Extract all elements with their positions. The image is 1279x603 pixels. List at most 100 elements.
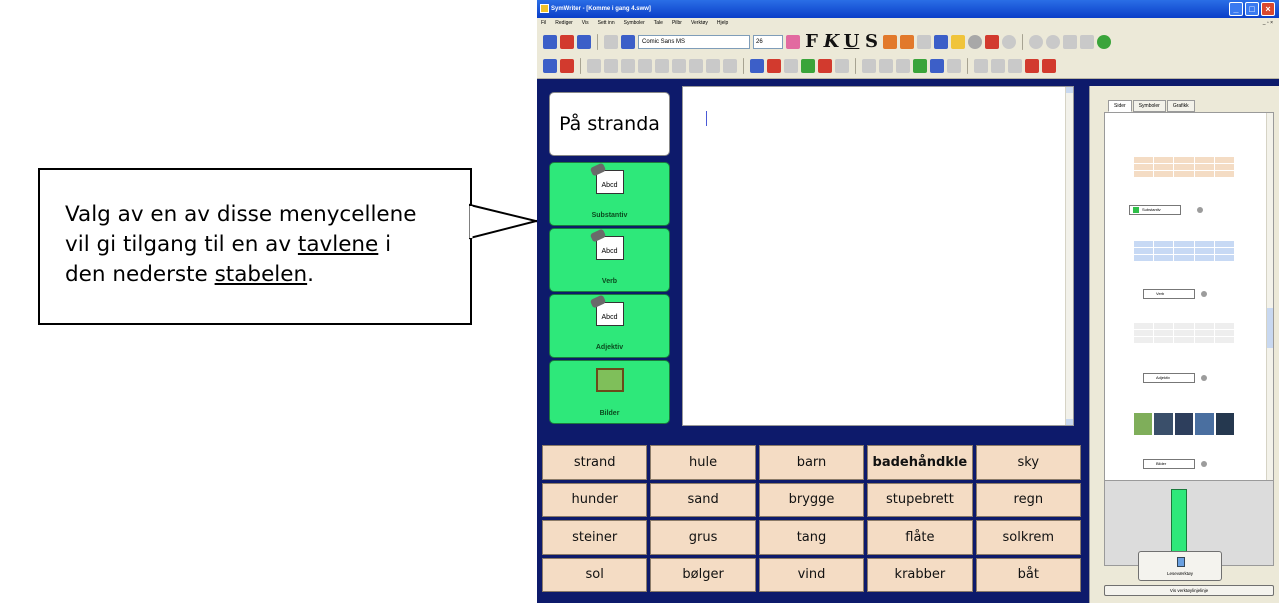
menu-symbols[interactable]: Symboler (624, 18, 645, 29)
spacing-icon[interactable] (991, 59, 1005, 73)
document-editor[interactable] (682, 86, 1074, 426)
close-button[interactable]: × (1261, 2, 1275, 16)
undo-icon[interactable] (1029, 34, 1043, 49)
menu-arrows[interactable]: Pilbr (672, 18, 682, 29)
editor-scrollbar[interactable] (1065, 87, 1073, 425)
spellcheck-icon[interactable] (985, 34, 999, 49)
speaker-icon[interactable] (1201, 461, 1207, 467)
mdi-controls[interactable]: _ ▫ × (1263, 18, 1279, 29)
board-button-verb[interactable]: Verb (1143, 289, 1195, 299)
word-cell[interactable]: båt (975, 557, 1081, 592)
word-cell[interactable]: badehåndkle (867, 445, 973, 480)
new-document-icon[interactable] (543, 34, 557, 49)
merge-icon[interactable] (638, 59, 652, 73)
column-icon[interactable] (621, 59, 635, 73)
menu-cell-substantiv[interactable]: Abcd Substantiv (549, 162, 670, 226)
border-icon[interactable] (689, 59, 703, 73)
italic-button[interactable]: K (823, 31, 840, 52)
word-cell[interactable]: vind (758, 557, 865, 592)
insert-cell-icon[interactable] (750, 59, 764, 73)
align-right-icon[interactable] (896, 59, 910, 73)
tab-symboler[interactable]: Symboler (1132, 100, 1166, 112)
minimize-button[interactable]: _ (1229, 2, 1243, 16)
word-cell[interactable]: sand (650, 482, 756, 517)
word-cell[interactable]: steiner (542, 520, 648, 555)
go-icon[interactable] (1097, 34, 1111, 49)
menu-help[interactable]: Hjelp (717, 18, 728, 29)
redo-icon[interactable] (1046, 34, 1060, 49)
move-icon[interactable] (974, 59, 988, 73)
menu-cell-bilder[interactable]: Bilder (549, 360, 670, 424)
align-left-icon[interactable] (862, 59, 876, 73)
size-cell-icon[interactable] (784, 59, 798, 73)
image-icon[interactable] (723, 59, 737, 73)
word-cell[interactable]: hunder (542, 482, 648, 517)
cell-options-icon[interactable] (947, 59, 961, 73)
align-center-icon[interactable] (879, 59, 893, 73)
strikethrough-button[interactable]: S (863, 31, 880, 52)
word-cell[interactable]: tang (758, 520, 865, 555)
grid-mode-icon[interactable] (543, 59, 557, 73)
menu-file[interactable]: Fil (541, 18, 546, 29)
table-icon[interactable] (835, 59, 849, 73)
word-cell[interactable]: strand (542, 445, 648, 480)
word-cell[interactable]: krabber (867, 557, 973, 592)
menu-edit[interactable]: Rediger (555, 18, 573, 29)
font-size-select[interactable]: 26 (753, 34, 783, 49)
speaker-icon[interactable] (1201, 291, 1207, 297)
speaker-icon[interactable] (1197, 207, 1203, 213)
word-cell[interactable]: grus (650, 520, 756, 555)
grid-delete-icon[interactable] (560, 59, 574, 73)
menu-insert[interactable]: Sett inn (598, 18, 615, 29)
remove-cell-icon[interactable] (767, 59, 781, 73)
board-button-bilder[interactable]: Bilder (1143, 459, 1195, 469)
word-cell[interactable]: stupebrett (867, 482, 973, 517)
restore-button[interactable]: □ (1245, 2, 1259, 16)
toolbar-toggle-button[interactable]: Vis verktøylinjelinje (1104, 585, 1274, 596)
title-cell[interactable]: På stranda (549, 92, 670, 156)
pointer-icon[interactable] (1080, 34, 1094, 49)
word-cell[interactable]: regn (975, 482, 1081, 517)
board-button-adjektiv[interactable]: Adjektiv (1143, 373, 1195, 383)
menu-cell-adjektiv[interactable]: Abcd Adjektiv (549, 294, 670, 358)
menu-speech[interactable]: Tale (654, 18, 663, 29)
split-icon[interactable] (655, 59, 669, 73)
row-icon[interactable] (604, 59, 618, 73)
word-cell[interactable]: sol (542, 557, 648, 592)
cell-color-icon[interactable] (913, 59, 927, 73)
fill-icon[interactable] (672, 59, 686, 73)
text-color-icon[interactable] (786, 34, 800, 49)
speech-icon[interactable] (968, 34, 982, 49)
word-cell[interactable]: hule (650, 445, 756, 480)
menu-tools[interactable]: Verktøy (691, 18, 708, 29)
arrow-return-icon[interactable] (1042, 59, 1056, 73)
remove-row-icon[interactable] (818, 59, 832, 73)
gear-icon[interactable] (706, 59, 720, 73)
symbol-position-icon[interactable] (900, 34, 914, 49)
zoom-icon[interactable] (1002, 34, 1016, 49)
graphic-icon[interactable] (951, 34, 965, 49)
word-cell[interactable]: sky (975, 445, 1081, 480)
speaker-icon[interactable] (1201, 375, 1207, 381)
symbol-option-icon[interactable] (917, 34, 931, 49)
open-document-icon[interactable] (560, 34, 574, 49)
tab-sider[interactable]: Sider (1108, 100, 1132, 112)
word-cell[interactable]: barn (758, 445, 865, 480)
arrow-back-icon[interactable] (1025, 59, 1039, 73)
cell-style-icon[interactable] (930, 59, 944, 73)
word-cell[interactable]: flåte (867, 520, 973, 555)
menu-cell-verb[interactable]: Abcd Verb (549, 228, 670, 292)
arrow-left-icon[interactable] (1008, 59, 1022, 73)
word-cell[interactable]: solkrem (975, 520, 1081, 555)
symbol-size-icon[interactable] (883, 34, 897, 49)
bold-button[interactable]: F (803, 31, 820, 52)
text-cursor-icon[interactable] (1063, 34, 1077, 49)
add-row-icon[interactable] (801, 59, 815, 73)
copy-icon[interactable] (604, 34, 618, 49)
paste-icon[interactable] (621, 34, 635, 49)
cell-layout-icon[interactable] (587, 59, 601, 73)
underline-button[interactable]: U (843, 31, 860, 52)
menu-view[interactable]: Vis (582, 18, 589, 29)
word-cell[interactable]: brygge (758, 482, 865, 517)
word-cell[interactable]: bølger (650, 557, 756, 592)
